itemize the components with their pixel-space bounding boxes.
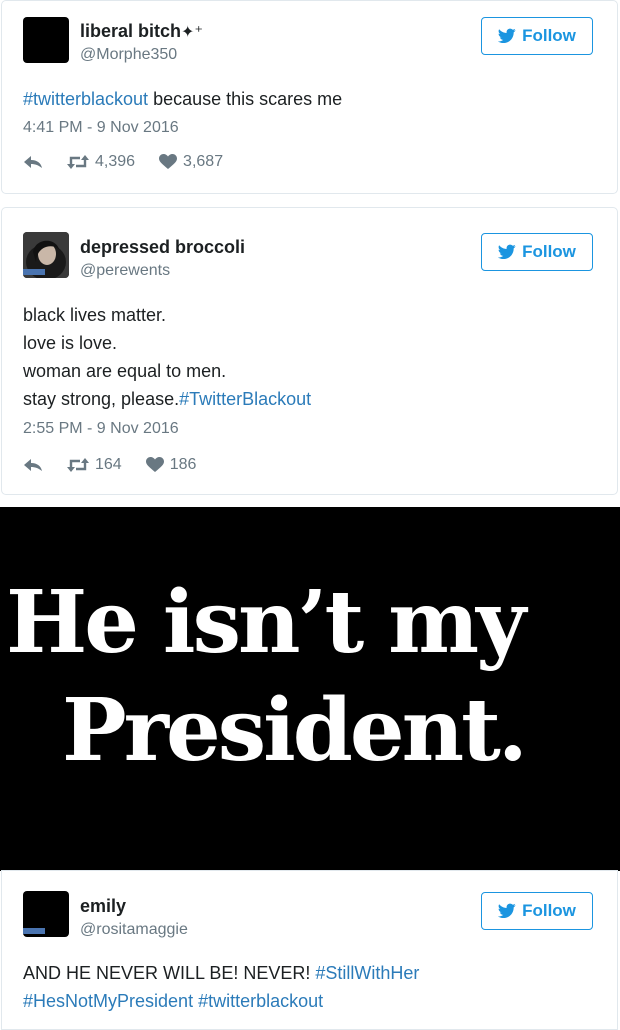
follow-label: Follow [522,242,576,261]
tweet-text: black lives matter. love is love. woman … [23,301,597,413]
avatar-badge [23,928,45,934]
avatar[interactable] [23,232,69,278]
follow-label: Follow [522,901,576,920]
hashtag-link[interactable]: #HesNotMyPresident [23,991,193,1011]
author-name[interactable]: emily [80,896,126,917]
sparkle-icon: ✦⁺ [181,24,203,41]
hashtag-link[interactable]: #twitterblackout [23,89,148,109]
twitter-bird-icon [498,28,516,44]
retweet-button[interactable]: 164 [67,456,122,474]
like-button[interactable]: 3,687 [159,153,223,171]
tweet-actions: 4,396 3,687 [23,153,247,171]
twitter-bird-icon [498,903,516,919]
author-handle[interactable]: @perewents [80,262,170,280]
author-handle[interactable]: @rositamaggie [80,921,188,939]
reply-button[interactable] [23,457,43,473]
like-button[interactable]: 186 [145,456,197,474]
avatar[interactable] [23,17,69,63]
retweet-button[interactable]: 4,396 [67,153,135,171]
banner-text: He isn’t my President. [0,569,620,785]
reply-icon [24,156,42,168]
tweet-actions: 164 186 [23,456,220,474]
tweet-text: #twitterblackout because this scares me [23,89,343,109]
hashtag-link[interactable]: #StillWithHer [315,963,419,983]
retweet-count: 164 [95,456,122,473]
reply-button[interactable] [23,154,43,170]
follow-label: Follow [522,26,576,45]
like-count: 186 [169,456,197,473]
follow-button[interactable]: Follow [481,17,593,55]
banner-line: He isn’t my [6,572,526,673]
text-line: woman are equal to men. [23,361,227,381]
tweet-text: AND HE NEVER WILL BE! NEVER! #StillWithH… [23,963,420,1011]
tweet-card: liberal bitch✦⁺ @Morphe350 Follow #twitt… [1,0,618,194]
hashtag-link[interactable]: #TwitterBlackout [179,389,311,409]
author-handle[interactable]: @Morphe350 [80,46,177,64]
like-count: 3,687 [183,153,224,170]
tweet-card: emily @rositamaggie Follow AND HE NEVER … [1,870,618,1030]
avatar[interactable] [23,891,69,937]
hashtag-link[interactable]: #twitterblackout [198,991,323,1011]
follow-button[interactable]: Follow [481,233,593,271]
tweet-timestamp[interactable]: 4:41 PM - 9 Nov 2016 [23,119,179,137]
twitter-bird-icon [498,244,516,260]
retweet-icon [67,155,89,169]
text-line: black lives matter. [23,305,167,325]
retweet-count: 4,396 [95,153,136,170]
author-name[interactable]: liberal bitch✦⁺ [80,21,203,42]
tweet-card: depressed broccoli @perewents Follow bla… [1,207,618,495]
text-line: love is love. [23,333,118,353]
avatar-badge [23,269,45,275]
retweet-icon [67,458,89,472]
tweet-timestamp[interactable]: 2:55 PM - 9 Nov 2016 [23,420,179,438]
tweet-image[interactable]: He isn’t my President. [0,507,620,871]
author-name[interactable]: depressed broccoli [80,237,245,258]
heart-icon [145,457,164,472]
text-line: stay strong, please. [23,389,180,409]
follow-button[interactable]: Follow [481,892,593,930]
banner-line: President. [62,680,528,781]
reply-icon [24,459,42,471]
heart-icon [159,154,178,169]
